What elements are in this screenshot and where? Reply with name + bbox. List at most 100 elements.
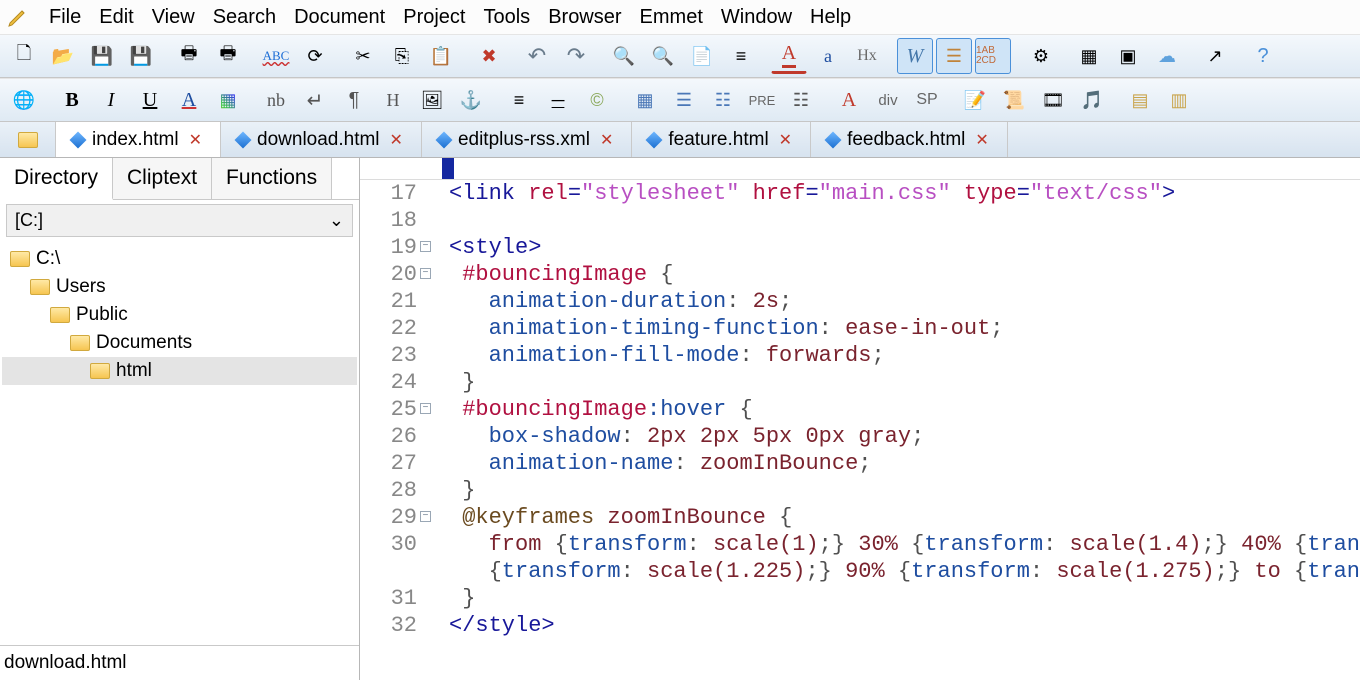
save-all-icon[interactable]: 💾 <box>123 38 159 74</box>
directory-tree[interactable]: C:\UsersPublicDocumentshtml <box>0 241 359 645</box>
copy-icon[interactable]: ⎘ <box>384 38 420 74</box>
fold-icon[interactable]: − <box>420 268 431 279</box>
menu-edit[interactable]: Edit <box>90 2 142 32</box>
hex-icon[interactable]: Hx <box>849 38 885 74</box>
div-btn[interactable]: div <box>870 82 906 118</box>
hr-btn[interactable]: ─ <box>540 82 576 118</box>
menu-search[interactable]: Search <box>204 2 285 32</box>
redo-icon[interactable]: ↷ <box>558 38 594 74</box>
template1-btn[interactable]: ▤ <box>1122 82 1158 118</box>
table-btn[interactable]: ▦ <box>627 82 663 118</box>
sidebar-tab-directory[interactable]: Directory <box>0 158 113 200</box>
template2-btn[interactable]: ▥ <box>1161 82 1197 118</box>
code-line[interactable]: @keyframes zoomInBounce { <box>449 504 1360 531</box>
palette-btn[interactable]: ▦ <box>210 82 246 118</box>
code-line[interactable]: } <box>449 585 1360 612</box>
settings-icon[interactable]: ⚙ <box>1023 38 1059 74</box>
list-btn[interactable]: ☷ <box>783 82 819 118</box>
open-file-icon[interactable]: 📂 <box>45 38 81 74</box>
close-icon[interactable]: ✕ <box>598 130 615 150</box>
menu-help[interactable]: Help <box>801 2 860 32</box>
fold-icon[interactable]: − <box>420 511 431 522</box>
print-icon[interactable]: 🖶 <box>171 38 207 74</box>
close-icon[interactable]: ✕ <box>777 130 794 150</box>
tree-item[interactable]: Documents <box>2 329 357 357</box>
code-line[interactable]: </style> <box>449 612 1360 639</box>
italic-btn[interactable]: I <box>93 82 129 118</box>
span-btn[interactable]: SP <box>909 82 945 118</box>
text-color-icon[interactable]: A <box>771 38 807 74</box>
globe-icon[interactable]: 🌐 <box>6 82 42 118</box>
menu-browser[interactable]: Browser <box>539 2 630 32</box>
panel-icon[interactable]: ▣ <box>1110 38 1146 74</box>
code-line[interactable]: animation-name: zoomInBounce; <box>449 450 1360 477</box>
menu-file[interactable]: File <box>40 2 90 32</box>
new-file-icon[interactable]: 🗋 <box>6 38 42 74</box>
para-btn[interactable]: ¶ <box>336 82 372 118</box>
menu-tools[interactable]: Tools <box>474 2 539 32</box>
bookmark-icon[interactable]: ≡ <box>723 38 759 74</box>
code-line[interactable]: animation-fill-mode: forwards; <box>449 342 1360 369</box>
menu-view[interactable]: View <box>143 2 204 32</box>
fold-icon[interactable]: − <box>420 241 431 252</box>
code-line[interactable]: box-shadow: 2px 2px 5px 0px gray; <box>449 423 1360 450</box>
align-left-btn[interactable]: ≡ <box>501 82 537 118</box>
save-icon[interactable]: 💾 <box>84 38 120 74</box>
file-list-item[interactable]: download.html <box>4 652 127 673</box>
code-line[interactable]: #bouncingImage:hover { <box>449 396 1360 423</box>
tab-feedback-html[interactable]: feedback.html✕ <box>811 122 1008 157</box>
line-numbers-icon[interactable]: ☰ <box>936 38 972 74</box>
anchor-btn[interactable]: ⚓ <box>453 82 489 118</box>
paste-icon[interactable]: 📋 <box>423 38 459 74</box>
code-line[interactable]: <style> <box>449 234 1360 261</box>
delete-icon[interactable]: ✖ <box>471 38 507 74</box>
film-btn[interactable]: 🎞 <box>1035 82 1071 118</box>
print-preview-icon[interactable]: 🖶 <box>210 38 246 74</box>
find-replace-icon[interactable]: 🔍 <box>645 38 681 74</box>
br-btn[interactable]: ↵ <box>297 82 333 118</box>
tab-feature-html[interactable]: feature.html✕ <box>632 122 811 157</box>
close-icon[interactable]: ✕ <box>187 130 204 150</box>
wordwrap-icon[interactable]: W <box>897 38 933 74</box>
sidebar-tab-functions[interactable]: Functions <box>212 158 332 199</box>
goto-icon[interactable]: 📄 <box>684 38 720 74</box>
menu-window[interactable]: Window <box>712 2 801 32</box>
sidebar-tab-cliptext[interactable]: Cliptext <box>113 158 212 199</box>
find-icon[interactable]: 🔍 <box>606 38 642 74</box>
code-line[interactable]: {transform: scale(1.225);} 90% {transfor… <box>449 558 1360 585</box>
tab-download-html[interactable]: download.html✕ <box>221 122 422 157</box>
tree-item[interactable]: C:\ <box>2 245 357 273</box>
pre-btn[interactable]: PRE <box>744 82 780 118</box>
tree-item[interactable]: Public <box>2 301 357 329</box>
font-icon[interactable]: a <box>810 38 846 74</box>
fold-icon[interactable]: − <box>420 403 431 414</box>
menu-document[interactable]: Document <box>285 2 394 32</box>
cloud-icon[interactable]: ☁ <box>1149 38 1185 74</box>
heading-btn[interactable]: H <box>375 82 411 118</box>
code-line[interactable]: #bouncingImage { <box>449 261 1360 288</box>
undo-icon[interactable]: ↶ <box>519 38 555 74</box>
edit-page-btn[interactable]: 📝 <box>957 82 993 118</box>
tree-item[interactable]: html <box>2 357 357 385</box>
external-icon[interactable]: ↗ <box>1197 38 1233 74</box>
menu-emmet[interactable]: Emmet <box>631 2 712 32</box>
code-line[interactable] <box>449 207 1360 234</box>
tree-item[interactable]: Users <box>2 273 357 301</box>
file-list[interactable]: download.html <box>0 645 359 680</box>
script-btn[interactable]: 📜 <box>996 82 1032 118</box>
code-line[interactable]: <link rel="stylesheet" href="main.css" t… <box>449 180 1360 207</box>
help-icon[interactable]: ? <box>1245 38 1281 74</box>
close-icon[interactable]: ✕ <box>388 130 405 150</box>
bold-btn[interactable]: B <box>54 82 90 118</box>
code-line[interactable]: animation-timing-function: ease-in-out; <box>449 315 1360 342</box>
frame-btn[interactable]: ☷ <box>705 82 741 118</box>
audio-btn[interactable]: 🎵 <box>1074 82 1110 118</box>
code-line[interactable]: } <box>449 369 1360 396</box>
text-btn[interactable]: A <box>831 82 867 118</box>
spellcheck-icon[interactable]: ABC <box>258 38 294 74</box>
underline-btn[interactable]: U <box>132 82 168 118</box>
cut-icon[interactable]: ✂ <box>345 38 381 74</box>
window-icon[interactable]: ▦ <box>1071 38 1107 74</box>
drive-select[interactable]: [C:] ⌄ <box>6 204 353 237</box>
tab-index-html[interactable]: index.html✕ <box>56 122 221 157</box>
